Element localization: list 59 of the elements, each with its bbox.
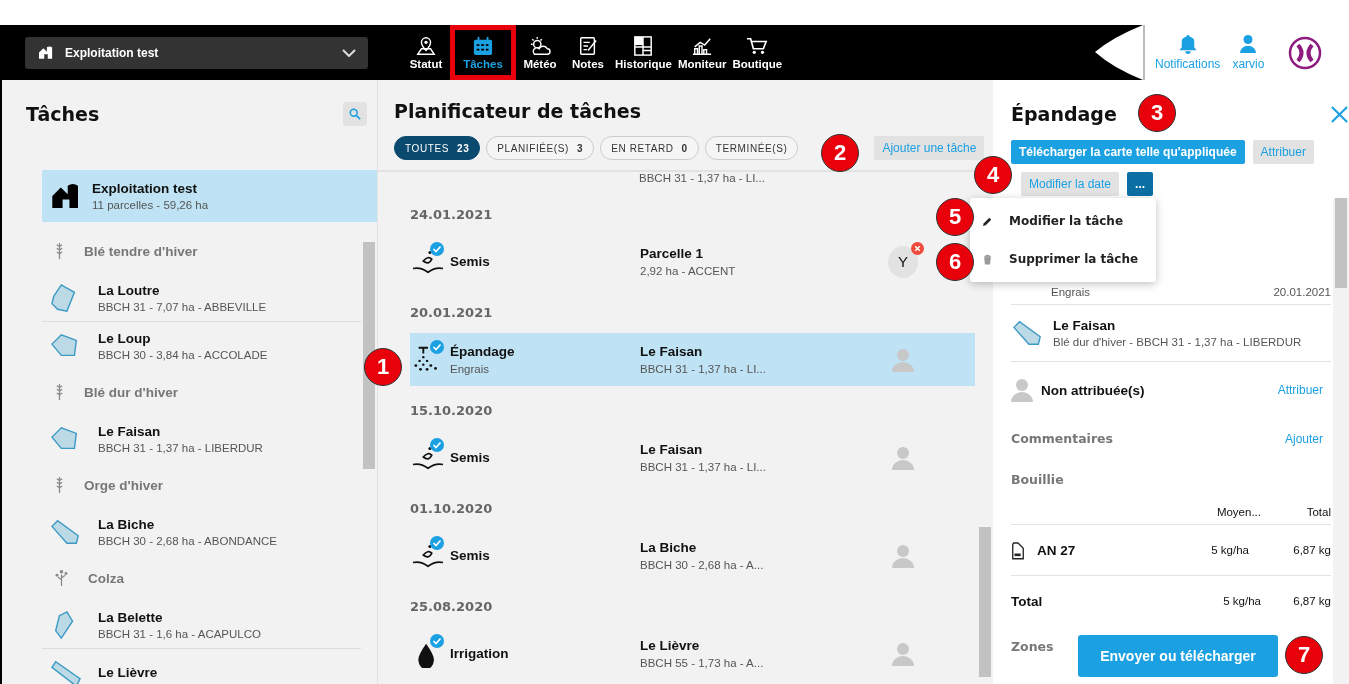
table-cell-text: 5 kg/ha [1210, 544, 1249, 556]
farm-name: Exploitation test [92, 181, 198, 196]
task-field-details: BBCH 55 - 1,73 ha - A... [640, 657, 765, 669]
task-field-name: Le Faisan [640, 442, 704, 457]
product-name: AN 27 [1037, 542, 1077, 558]
total-label: Total [1011, 593, 1044, 609]
task-name: Épandage [450, 344, 516, 359]
section-title: Bouillie [1011, 472, 1064, 487]
field-details: Blé dur d'hiver - BBCH 31 - 1,37 ha - LIBERDUR [1053, 336, 1302, 348]
crop-group-label: Blé dur d'hiver [84, 384, 178, 400]
crop-group-label: Blé tendre d'hiver [84, 243, 198, 259]
task-field-details: BBCH 31 - 1,37 ha - LI... [640, 363, 767, 375]
field-name: La Belette [98, 609, 164, 625]
table-cell-text: 5 kg/ha [1222, 595, 1261, 607]
detail-title: Épandage [1011, 103, 1117, 125]
field-name: La Biche [98, 516, 156, 532]
task-name: Semis [450, 254, 491, 269]
task-field-name: Le Faisan [640, 344, 704, 359]
task-field-details: BBCH 31 - 1,37 ha - LI... [639, 172, 765, 184]
task-field-details: BBCH 30 - 2,68 ha - A... [640, 559, 765, 571]
task-field-details: BBCH 31 - 1,37 ha - LI... [640, 461, 767, 473]
field-details: BBCH 30 - 2,68 ha - ABONDANCE [98, 534, 277, 547]
table-cell-text: 6,87 kg [1292, 544, 1331, 556]
panel-title: Planificateur de tâches [394, 100, 641, 122]
task-field-name: Parcelle 1 [640, 246, 705, 261]
task-name: Semis [450, 548, 491, 563]
task-field-name: La Biche [640, 540, 698, 555]
date-heading: 01.10.2020 [410, 500, 493, 518]
date-heading: 25.08.2020 [410, 598, 493, 616]
assignee-label: Non attribuée(s) [1041, 382, 1146, 398]
crop-group-label: Orge d'hiver [84, 477, 163, 493]
field-name: Le Lièvre [98, 665, 158, 680]
task-date: 20.01.2021 [1273, 286, 1331, 298]
date-heading: 20.01.2021 [410, 304, 493, 322]
field-name: Le Faisan [1053, 318, 1117, 333]
panel-title: Tâches [26, 103, 100, 125]
task-name: Semis [450, 450, 491, 465]
task-field-details: 2,92 ha - ACCENT [640, 265, 737, 277]
section-title: Commentaires [1011, 431, 1113, 446]
field-details: BBCH 30 - 3,84 ha - ACCOLADE [98, 348, 268, 361]
task-name: Irrigation [450, 646, 510, 661]
date-heading: 24.01.2021 [410, 206, 493, 224]
date-heading: 15.10.2020 [410, 402, 493, 420]
field-details: BBCH 31 - 1,6 ha - ACAPULCO [98, 627, 261, 640]
field-details: BBCH 31 - 7,07 ha - ABBEVILLE [98, 300, 267, 313]
section-title: Zones [1011, 639, 1054, 654]
table-cell-text: 6,87 kg [1292, 595, 1331, 607]
task-subtitle: Engrais [450, 363, 490, 375]
farm-summary: 11 parcelles - 59,26 ha [92, 199, 209, 211]
field-name: La Loutre [98, 282, 161, 298]
field-details: BBCH 31 - 1,37 ha - LIBERDUR [98, 441, 263, 454]
crop-group-label: Colza [88, 570, 124, 586]
column-header: Total [1305, 506, 1331, 518]
field-name: Le Faisan [98, 423, 162, 439]
assignee-avatar: Y [888, 245, 918, 278]
task-subtitle: Engrais [1050, 286, 1090, 298]
task-field-name: Le Lièvre [640, 638, 701, 653]
field-name: Le Loup [98, 330, 152, 346]
column-header: Moyen... [1215, 506, 1261, 518]
